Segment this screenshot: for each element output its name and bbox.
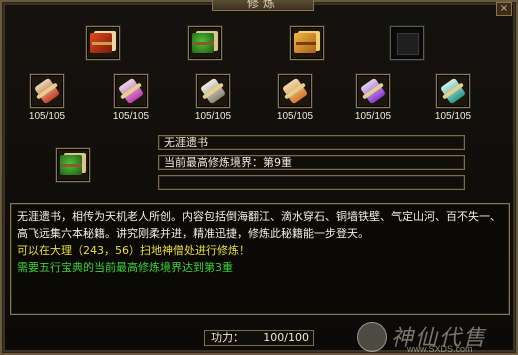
watermark-url: www.SXDS.com <box>407 344 473 354</box>
description-text: 无涯遗书，相传为天机老人所创。内容包括倒海翻江、滴水穿石、铜墙铁壁、气定山河、百… <box>17 210 501 240</box>
extra-info-field <box>158 175 465 190</box>
scroll-count-2: 105/105 <box>112 111 150 122</box>
power-bar: 功力： 100/100 <box>204 330 314 346</box>
magenta-scroll-icon <box>117 77 145 105</box>
gray-scroll-icon <box>199 77 227 105</box>
orange-scroll-icon <box>281 77 309 105</box>
scroll-slot-1[interactable] <box>30 74 64 108</box>
book-slot-2[interactable] <box>188 26 222 60</box>
cultivation-level-field: 当前最高修炼境界：第9重 <box>158 155 465 170</box>
cultivation-window: 修炼 × 105/105 105/105 105/105 105/105 105… <box>0 0 518 355</box>
scroll-cell-1: 105/105 <box>28 74 66 122</box>
scroll-cell-2: 105/105 <box>112 74 150 122</box>
green-orb-book-icon <box>60 153 86 177</box>
selected-item-slot[interactable] <box>56 148 90 182</box>
scroll-count-5: 105/105 <box>354 111 392 122</box>
scroll-cell-6: 105/105 <box>434 74 472 122</box>
scroll-count-1: 105/105 <box>28 111 66 122</box>
book-slot-3[interactable] <box>290 26 324 60</box>
power-label: 功力： <box>211 331 244 344</box>
scroll-cell-4: 105/105 <box>276 74 314 122</box>
requirement-text: 需要五行宝典的当前最高修炼境界达到第3重 <box>17 261 233 274</box>
purple-scroll-icon <box>359 77 387 105</box>
watermark-logo-icon <box>357 322 387 352</box>
book-slot-1[interactable] <box>86 26 120 60</box>
scroll-count-6: 105/105 <box>434 111 472 122</box>
scroll-slot-3[interactable] <box>196 74 230 108</box>
description-panel: 无涯遗书，相传为天机老人所创。内容包括倒海翻江、滴水穿石、铜墙铁壁、气定山河、百… <box>10 203 510 315</box>
scroll-cell-3: 105/105 <box>194 74 232 122</box>
location-text: 可以在大理（243，56）扫地神僧处进行修炼！ <box>17 244 250 257</box>
scroll-count-4: 105/105 <box>276 111 314 122</box>
window-title: 修炼 <box>212 0 314 11</box>
scroll-slot-2[interactable] <box>114 74 148 108</box>
gold-treasure-book-icon <box>294 31 320 55</box>
scroll-count-3: 105/105 <box>194 111 232 122</box>
scroll-cell-5: 105/105 <box>354 74 392 122</box>
power-value: 100/100 <box>263 331 309 344</box>
watermark: 神仙代售 www.SXDS.com <box>357 320 517 354</box>
green-orb-book-icon <box>192 31 218 55</box>
close-button[interactable]: × <box>496 2 512 16</box>
scroll-slot-6[interactable] <box>436 74 470 108</box>
scroll-slot-4[interactable] <box>278 74 312 108</box>
scroll-slot-5[interactable] <box>356 74 390 108</box>
empty-book-slot[interactable] <box>390 26 424 60</box>
teal-scroll-icon <box>439 77 467 105</box>
red-scroll-icon <box>33 77 61 105</box>
red-gold-book-icon <box>90 31 116 55</box>
item-name-field: 无涯遗书 <box>158 135 465 150</box>
empty-slot-icon <box>397 33 419 55</box>
